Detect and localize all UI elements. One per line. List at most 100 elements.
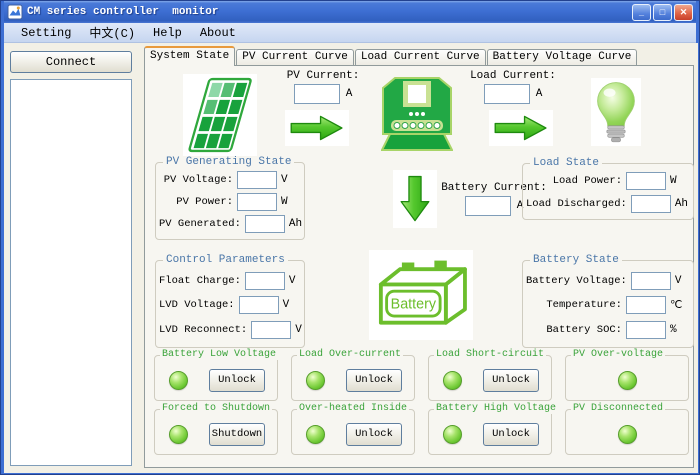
load-current-block: Load Current: A — [461, 70, 565, 104]
pv-generated-unit: Ah — [289, 218, 302, 230]
alarm-title: Load Short-circuit — [434, 349, 546, 360]
group-title: Battery State — [530, 254, 622, 266]
temperature-label: Temperature: — [526, 299, 622, 311]
control-parameters-group: Control Parameters Float Charge:VLVD Vol… — [155, 260, 305, 348]
tab-pv-current-curve[interactable]: PV Current Curve — [236, 49, 354, 66]
alarm-battery-high-voltage: Battery High VoltageUnlock — [428, 409, 552, 455]
temperature-input[interactable] — [626, 296, 666, 314]
pv-power-label: PV Power: — [159, 196, 233, 208]
tab-battery-voltage-curve[interactable]: Battery Voltage Curve — [487, 49, 638, 66]
pv-current-input[interactable] — [294, 84, 340, 104]
led-indicator-green — [169, 425, 188, 444]
load-power-label: Load Power: — [526, 175, 622, 187]
flow-arrow-down-icon — [393, 170, 437, 228]
unlock-button[interactable]: Unlock — [209, 369, 265, 392]
lvd-voltage-label: LVD Voltage: — [159, 299, 235, 311]
pv-voltage-input[interactable] — [237, 171, 277, 189]
menu-item-c[interactable]: 中文(C) — [80, 22, 144, 43]
pv-current-block: PV Current: A — [271, 70, 375, 104]
load-current-input[interactable] — [484, 84, 530, 104]
alarm-title: PV Over-voltage — [571, 349, 665, 360]
flow-arrow-right-icon — [489, 110, 553, 146]
group-title: PV Generating State — [163, 156, 294, 168]
lvd-reconnect-label: LVD Reconnect: — [159, 324, 247, 336]
battery-soc-label: Battery SOC: — [526, 324, 622, 336]
pv-power-input[interactable] — [237, 193, 277, 211]
close-button[interactable]: ✕ — [674, 4, 693, 21]
load-current-label: Load Current: — [470, 70, 556, 82]
alarm-title: Battery High Voltage — [434, 403, 558, 414]
unlock-button[interactable]: Unlock — [483, 369, 539, 392]
alarm-pv-over-voltage: PV Over-voltage — [565, 355, 689, 401]
alarm-title: Battery Low Voltage — [160, 349, 278, 360]
float-charge-input[interactable] — [245, 272, 285, 290]
temperature-unit: ℃ — [670, 298, 688, 312]
float-charge-label: Float Charge: — [159, 275, 241, 287]
battery-voltage-unit: V — [675, 275, 688, 287]
load-discharged-label: Load Discharged: — [526, 198, 627, 210]
connect-button[interactable]: Connect — [10, 51, 132, 73]
unlock-button[interactable]: Unlock — [346, 369, 402, 392]
field-row: Float Charge:V — [159, 272, 299, 290]
load-power-unit: W — [670, 175, 688, 187]
pv-generated-label: PV Generated: — [159, 218, 241, 230]
menu-item-help[interactable]: Help — [144, 24, 191, 42]
pv-current-unit: A — [346, 88, 353, 100]
led-indicator-green — [306, 371, 325, 390]
load-bulb-icon — [591, 78, 641, 146]
unlock-button[interactable]: Unlock — [346, 423, 402, 446]
field-row: Battery Voltage:V — [526, 272, 688, 290]
window-title: CM series controller monitor — [27, 6, 632, 18]
app-body: Connect System StatePV Current CurveLoad… — [4, 43, 698, 473]
alarm-title: Load Over-current — [297, 349, 403, 360]
pv-generated-input[interactable] — [245, 215, 285, 233]
tab-panel-system-state: PV Current: A — [144, 65, 694, 468]
pv-power-unit: W — [281, 196, 299, 208]
load-power-input[interactable] — [626, 172, 666, 190]
shutdown-button[interactable]: Shutdown — [209, 423, 265, 446]
pv-generating-state-group: PV Generating State PV Voltage:VPV Power… — [155, 162, 305, 240]
maximize-button[interactable]: □ — [653, 4, 672, 21]
menu-item-about[interactable]: About — [191, 24, 245, 42]
pv-current-label: PV Current: — [287, 70, 360, 82]
alarm-load-short-circuit: Load Short-circuitUnlock — [428, 355, 552, 401]
lvd-voltage-input[interactable] — [239, 296, 279, 314]
alarm-title: PV Disconnected — [571, 403, 665, 414]
pv-voltage-label: PV Voltage: — [159, 174, 233, 186]
battery-soc-input[interactable] — [626, 321, 666, 339]
alarm-title: Over-heated Inside — [297, 403, 409, 414]
battery-state-group: Battery State Battery Voltage:VTemperatu… — [522, 260, 694, 348]
field-row: Load Discharged: Ah — [526, 195, 688, 213]
alarm-over-heated-inside: Over-heated InsideUnlock — [291, 409, 415, 455]
tab-load-current-curve[interactable]: Load Current Curve — [355, 49, 486, 66]
field-row: Load Power: W — [526, 172, 688, 190]
device-listbox[interactable] — [10, 79, 132, 466]
battery-soc-unit: % — [670, 324, 688, 336]
battery-icon-label: Battery — [391, 296, 437, 312]
minimize-button[interactable]: _ — [632, 4, 651, 21]
load-state-group: Load State Load Power:WLoad Discharged:A… — [522, 163, 694, 220]
battery-voltage-input[interactable] — [631, 272, 671, 290]
load-discharged-input[interactable] — [631, 195, 671, 213]
alarm-title: Forced to Shutdown — [160, 403, 272, 414]
app-icon — [7, 4, 23, 20]
field-row: PV Power: W — [159, 193, 299, 211]
title-bar: CM series controller monitor _ □ ✕ — [4, 1, 696, 23]
load-discharged-unit: Ah — [675, 198, 688, 210]
field-row: LVD Reconnect:V — [159, 321, 299, 339]
tab-strip: System StatePV Current CurveLoad Current… — [144, 47, 638, 66]
tab-system-state[interactable]: System State — [144, 46, 235, 66]
lvd-reconnect-input[interactable] — [251, 321, 291, 339]
menu-bar: Setting中文(C)HelpAbout — [4, 23, 696, 43]
flow-arrow-right-icon — [285, 110, 349, 146]
menu-item-setting[interactable]: Setting — [12, 24, 80, 42]
unlock-button[interactable]: Unlock — [483, 423, 539, 446]
load-current-unit: A — [536, 88, 543, 100]
field-row: Temperature: ℃ — [526, 296, 688, 314]
pv-voltage-unit: V — [281, 174, 299, 186]
field-row: PV Generated: Ah — [159, 215, 299, 233]
field-row: Battery SOC:% — [526, 321, 688, 339]
alarm-battery-low-voltage: Battery Low VoltageUnlock — [154, 355, 278, 401]
battery-current-input[interactable] — [465, 196, 511, 216]
led-indicator-green — [618, 371, 637, 390]
